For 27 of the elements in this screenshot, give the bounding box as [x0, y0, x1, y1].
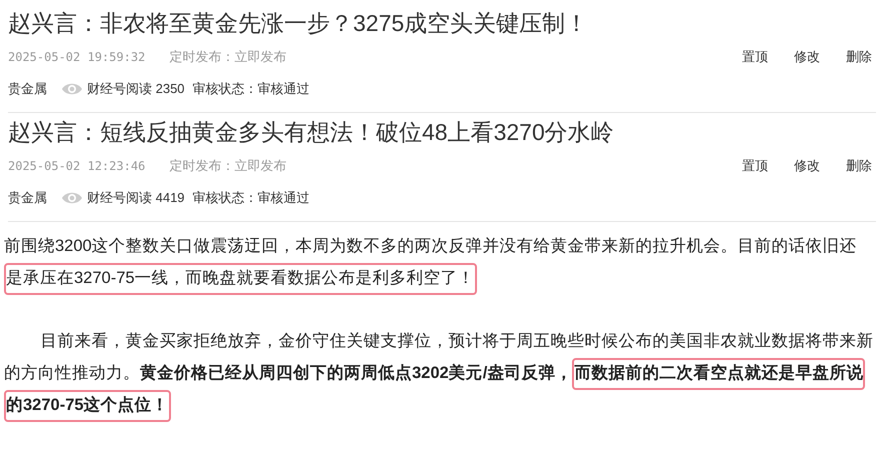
publish-time: 2025-05-02 19:59:32	[8, 49, 146, 66]
action-link[interactable]: 置顶	[742, 156, 768, 176]
action-link[interactable]: 置顶	[742, 47, 768, 67]
article-title[interactable]: 赵兴言：非农将至黄金先涨一步？3275成空头关键压制！	[8, 6, 876, 40]
read-count: 财经号阅读 4419	[87, 189, 185, 208]
action-link[interactable]: 删除	[846, 156, 872, 176]
action-link[interactable]: 修改	[794, 47, 820, 67]
action-link[interactable]: 修改	[794, 156, 820, 176]
eye-icon	[61, 82, 83, 96]
paragraph-text: 的方向性推动力。	[4, 364, 140, 382]
highlight-box: 是承压在3270-75一线，而晚盘就要看数据公布是利多利空了！	[4, 263, 477, 295]
schedule-status: 定时发布：立即发布	[169, 157, 286, 176]
highlight-box: 而数据前的二次看空点就还是早盘所说	[572, 358, 866, 390]
article-title[interactable]: 赵兴言：短线反抽黄金多头有想法！破位48上看3270分水岭	[8, 115, 876, 149]
category-label: 贵金属	[8, 189, 47, 208]
publish-time: 2025-05-02 12:23:46	[8, 158, 146, 175]
paragraph-text: 黄金价格已经从周四创下的两周低点3202美元/盎司反弹，	[140, 364, 572, 382]
eye-icon	[61, 191, 83, 205]
action-link[interactable]: 删除	[846, 47, 872, 67]
review-status: 审核状态：审核通过	[192, 80, 310, 98]
highlight-box: 的3270-75这个点位！	[4, 390, 171, 422]
read-count: 财经号阅读 2350	[87, 80, 185, 98]
category-label: 贵金属	[8, 80, 47, 98]
paragraph-text: 前围绕3200这个整数关口做震荡迂回，本周为数不多的两次反弹并没有给黄金带来新的拉升机会。目前的话依旧还	[4, 237, 857, 255]
paragraph-text: 目前来看，黄金买家拒绝放弃，金价守住关键支撑位，预计将于周五晚些时候公布的美国非农就业数据将带来新	[39, 332, 874, 350]
review-status: 审核状态：审核通过	[192, 189, 310, 208]
schedule-status: 定时发布：立即发布	[169, 48, 286, 66]
